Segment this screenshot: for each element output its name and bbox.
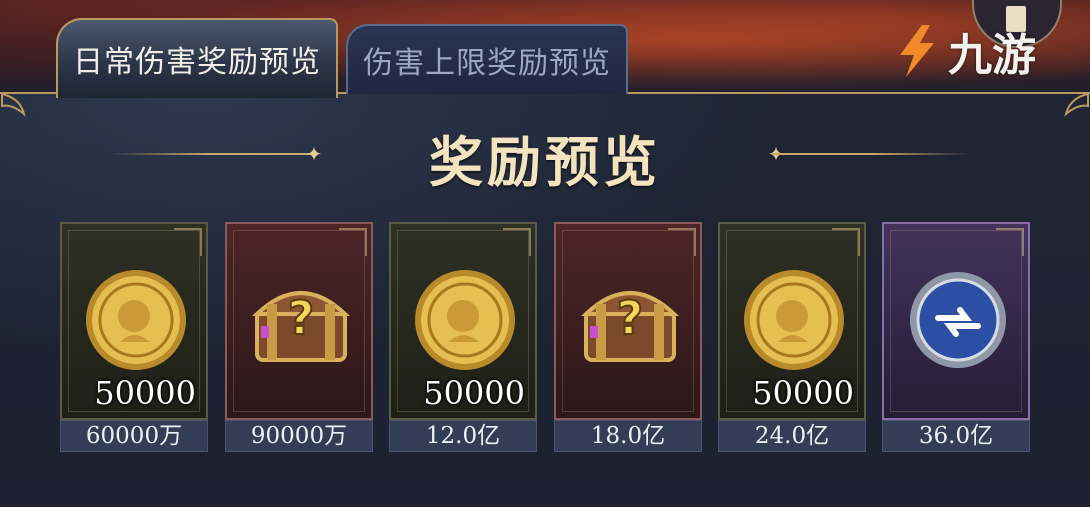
reward-card[interactable]: 50000 — [718, 222, 866, 420]
title-divider-right — [772, 153, 972, 155]
blue-emblem-icon — [910, 272, 1006, 368]
damage-threshold: 18.0亿 — [554, 420, 702, 452]
damage-threshold: 24.0亿 — [718, 420, 866, 452]
damage-threshold: 90000万 — [225, 420, 373, 452]
reward-card[interactable]: 50000 — [60, 222, 208, 420]
damage-threshold: 36.0亿 — [882, 420, 1030, 452]
gold-coin-icon — [86, 270, 186, 370]
mystery-chest-icon: ? — [581, 290, 679, 362]
reward-quantity: 50000 — [423, 374, 525, 412]
damage-threshold: 12.0亿 — [389, 420, 537, 452]
reward-list: 50000 60000万 ? 90000万 50000 12.0亿 ? 18.0… — [0, 222, 1090, 452]
damage-threshold: 60000万 — [60, 420, 208, 452]
page-title: 奖励预览 — [429, 130, 661, 194]
reward-card[interactable]: ? — [554, 222, 702, 420]
tab-daily-damage-rewards[interactable]: 日常伤害奖励预览 — [56, 18, 338, 98]
svg-text:?: ? — [288, 291, 315, 345]
logo-icon — [900, 25, 934, 77]
reward-quantity: 50000 — [94, 374, 196, 412]
watermark-logo: 九游 — [892, 8, 1082, 94]
gold-coin-icon — [415, 270, 515, 370]
tab-damage-cap-rewards[interactable]: 伤害上限奖励预览 — [346, 24, 628, 94]
reward-quantity: 50000 — [752, 374, 854, 412]
gold-coin-icon — [744, 270, 844, 370]
svg-text:?: ? — [617, 291, 644, 345]
mystery-chest-icon: ? — [252, 290, 350, 362]
watermark-text: 九游 — [948, 30, 1036, 81]
reward-card[interactable]: ? — [225, 222, 373, 420]
reward-card[interactable]: 50000 — [389, 222, 537, 420]
reward-card[interactable] — [882, 222, 1030, 420]
